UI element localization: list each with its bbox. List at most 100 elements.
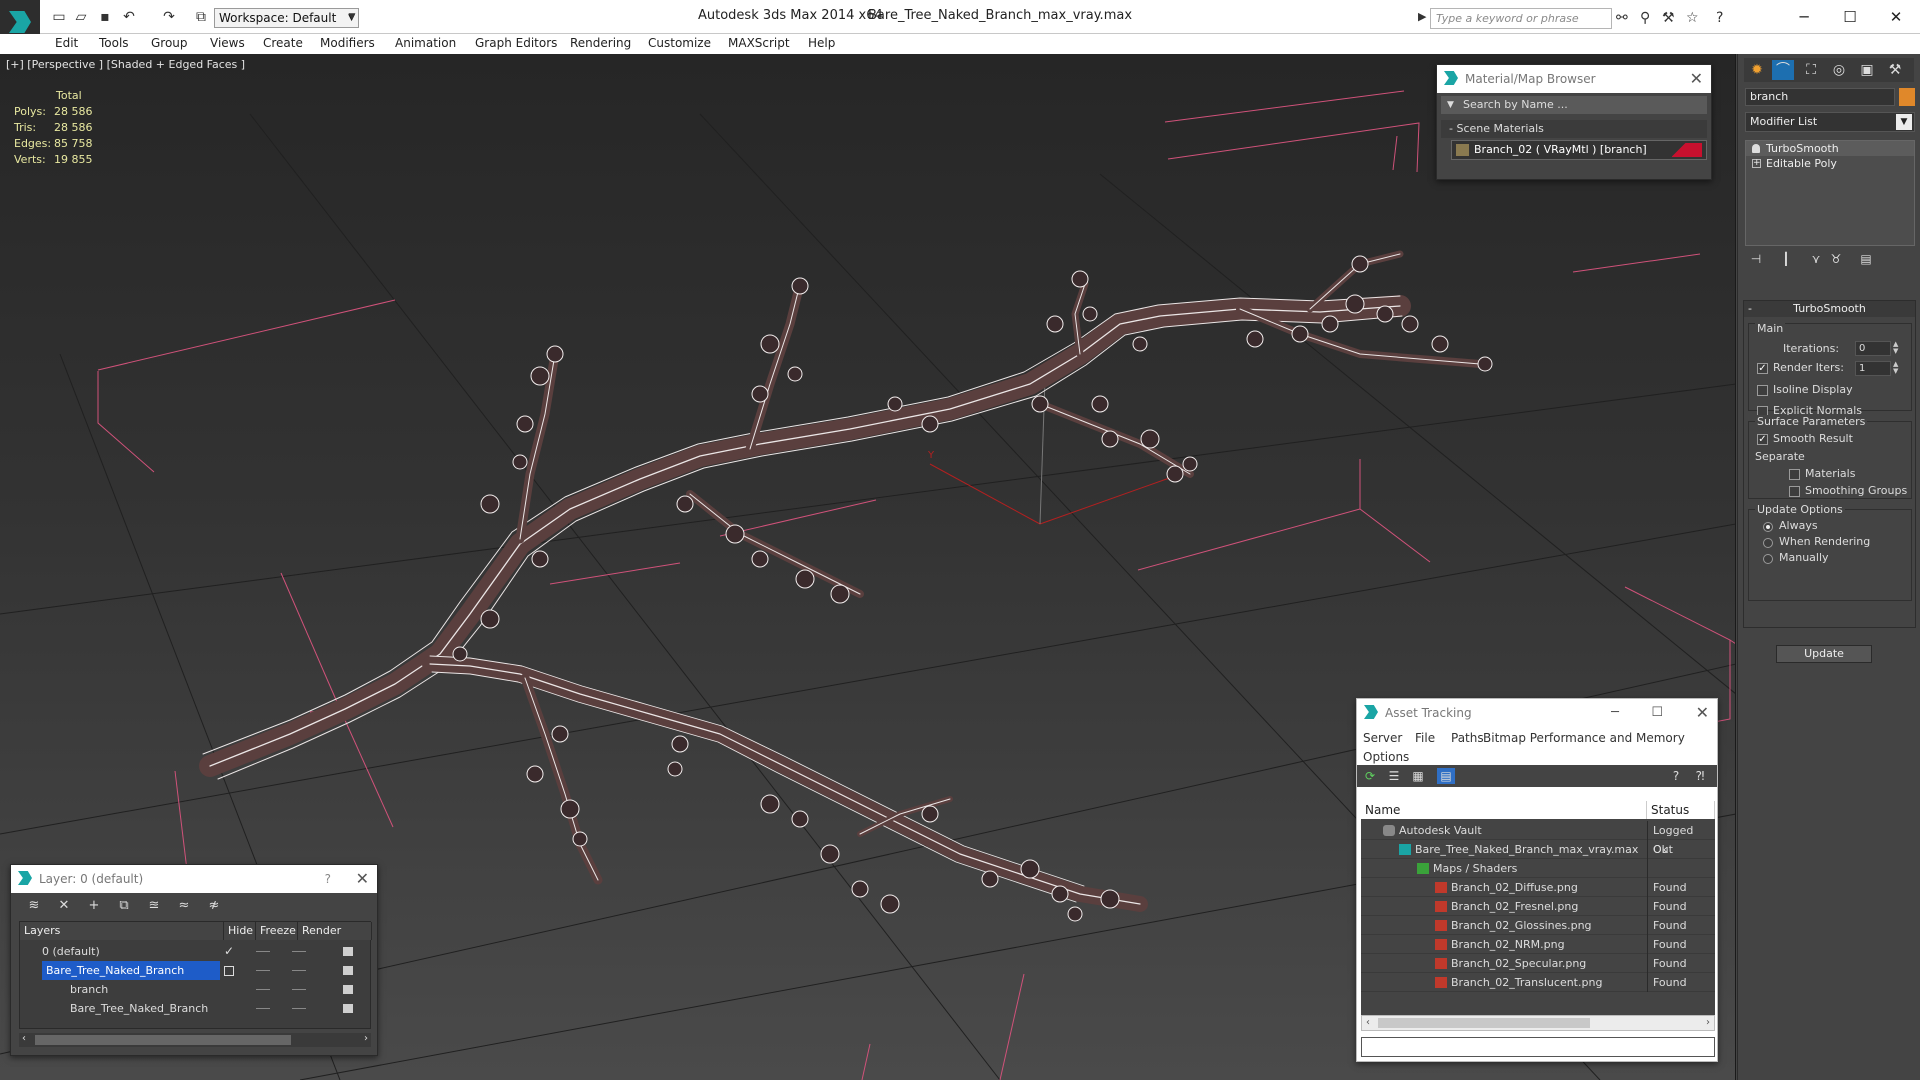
layer-manager-icon[interactable]: ≋ <box>25 897 43 915</box>
asset-row[interactable]: Branch_02_Specular.png Found <box>1361 954 1715 973</box>
active-layer-check-icon[interactable]: ✓ <box>224 942 234 961</box>
material-search-input[interactable]: ▼ Search by Name ... <box>1441 96 1707 114</box>
hide-toggle[interactable] <box>256 951 270 952</box>
close-button[interactable]: ✕ <box>1874 6 1918 28</box>
display-tab-icon[interactable]: ▣ <box>1856 60 1878 80</box>
make-unique-icon[interactable]: ⋎ <box>1807 252 1825 270</box>
asset-path-field[interactable] <box>1361 1037 1715 1057</box>
hide-all-icon[interactable]: ≉ <box>205 897 223 915</box>
menu-maxscript[interactable]: MAXScript <box>728 36 790 50</box>
hide-toggle[interactable] <box>256 970 270 971</box>
asset-row[interactable]: Branch_02_NRM.png Found <box>1361 935 1715 954</box>
scene-materials-group[interactable]: - Scene Materials <box>1441 120 1707 138</box>
scroll-left-icon[interactable]: ‹ <box>22 1033 26 1044</box>
viewport-label[interactable]: [+] [Perspective ] [Shaded + Edged Faces… <box>6 58 245 71</box>
search-expand-icon[interactable]: ▶ <box>1418 10 1426 23</box>
menu-customize[interactable]: Customize <box>648 36 711 50</box>
asset-tracking-titlebar[interactable]: Asset Tracking ─ ☐ ✕ <box>1357 699 1717 727</box>
highlight-layer-icon[interactable]: ≈ <box>175 897 193 915</box>
render-teapot-icon[interactable] <box>343 985 353 994</box>
workspace-dropdown[interactable]: Workspace: Default ▼ <box>214 8 359 28</box>
help-icon[interactable]: ? <box>1716 10 1723 26</box>
smoothing-groups-checkbox[interactable] <box>1789 486 1800 497</box>
render-iters-checkbox[interactable]: ✓ <box>1757 363 1768 374</box>
options-dropdown-icon[interactable]: ▼ <box>1447 96 1454 114</box>
remove-modifier-icon[interactable]: ♉ <box>1827 252 1845 270</box>
stack-item-editable-poly[interactable]: + Editable Poly <box>1746 156 1914 171</box>
scroll-right-icon[interactable]: › <box>364 1033 368 1044</box>
render-teapot-icon[interactable] <box>343 1004 353 1013</box>
asset-row[interactable]: Branch_02_Diffuse.png Found <box>1361 878 1715 897</box>
menu-graph-editors[interactable]: Graph Editors <box>475 36 557 50</box>
material-item[interactable]: Branch_02 ( VRayMtl ) [branch] <box>1451 140 1707 160</box>
asset-row[interactable]: Branch_02_Translucent.png Found <box>1361 973 1715 992</box>
column-render[interactable]: Render <box>298 922 372 940</box>
stack-item-turbosmooth[interactable]: TurboSmooth <box>1746 141 1914 156</box>
list-view-icon[interactable]: ☰ <box>1385 768 1403 784</box>
menu-views[interactable]: Views <box>210 36 245 50</box>
when-rendering-radio[interactable] <box>1763 538 1773 548</box>
render-teapot-icon[interactable] <box>343 947 353 956</box>
motion-tab-icon[interactable]: ◎ <box>1828 60 1850 80</box>
branch-mesh[interactable] <box>199 250 1484 912</box>
light-bulb-icon[interactable] <box>1752 144 1760 153</box>
open-file-icon[interactable]: ▱ <box>72 9 90 25</box>
configure-sets-icon[interactable]: ▤ <box>1857 252 1875 270</box>
create-tab-icon[interactable]: ✹ <box>1746 60 1768 80</box>
active-layer-box-icon[interactable] <box>224 966 234 976</box>
favorites-icon[interactable]: ☆ <box>1686 10 1699 26</box>
menu-modifiers[interactable]: Modifiers <box>320 36 375 50</box>
materials-checkbox[interactable] <box>1789 469 1800 480</box>
freeze-toggle[interactable] <box>292 970 306 971</box>
asset-row[interactable]: Maps / Shaders <box>1361 859 1715 878</box>
modify-tab-icon[interactable]: ⌒ <box>1772 60 1794 80</box>
layer-row-default[interactable]: 0 (default) ✓ <box>20 942 372 961</box>
column-layers[interactable]: Layers <box>20 922 224 940</box>
spinner-arrows-icon[interactable]: ▲ ▼ <box>1893 361 1901 376</box>
minimize-button[interactable]: ─ <box>1782 6 1826 28</box>
menu-tools[interactable]: Tools <box>99 36 129 50</box>
redo-icon[interactable]: ↷ <box>160 9 178 25</box>
menu-edit[interactable]: Edit <box>55 36 78 50</box>
maximize-button[interactable]: ☐ <box>1828 6 1872 28</box>
binoculars-icon[interactable]: ⚯ <box>1616 10 1628 26</box>
scroll-left-icon[interactable]: ‹ <box>1366 1017 1370 1028</box>
always-radio[interactable] <box>1763 522 1773 532</box>
isoline-display-checkbox[interactable] <box>1757 385 1768 396</box>
asset-row[interactable]: Branch_02_Glossines.png Found <box>1361 916 1715 935</box>
menu-create[interactable]: Create <box>263 36 303 50</box>
object-color-swatch[interactable] <box>1899 88 1915 106</box>
project-folder-icon[interactable]: ⧉ <box>192 9 210 25</box>
freeze-toggle[interactable] <box>292 951 306 952</box>
maximize-icon[interactable]: ☐ <box>1651 699 1663 727</box>
modifier-list-dropdown[interactable]: Modifier List ▼ <box>1745 112 1915 132</box>
context-help-icon[interactable]: ⁈ <box>1691 768 1709 784</box>
keyword-search-input[interactable]: Type a keyword or phrase <box>1430 8 1612 29</box>
menu-group[interactable]: Group <box>151 36 188 50</box>
minimize-icon[interactable]: ─ <box>1611 699 1619 727</box>
undo-icon[interactable]: ↶ <box>120 9 138 25</box>
hide-toggle[interactable] <box>256 1008 270 1009</box>
layer-row-bare-tree-object[interactable]: Bare_Tree_Naked_Branch <box>20 999 372 1018</box>
menu-server[interactable]: Server <box>1363 731 1402 745</box>
column-freeze[interactable]: Freeze <box>256 922 298 940</box>
asset-row[interactable]: Branch_02_Fresnel.png Found <box>1361 897 1715 916</box>
close-icon[interactable]: ✕ <box>356 865 369 893</box>
freeze-toggle[interactable] <box>292 989 306 990</box>
scroll-thumb[interactable] <box>1378 1018 1590 1028</box>
layer-row-branch[interactable]: branch <box>20 980 372 999</box>
workspace-menu-icon[interactable]: ▼ <box>343 9 361 25</box>
menu-paths[interactable]: Paths <box>1451 731 1484 745</box>
asset-row[interactable]: Bare_Tree_Naked_Branch_max_vray.max Ok <box>1361 840 1715 859</box>
material-browser-titlebar[interactable]: Material/Map Browser ✕ <box>1437 65 1711 93</box>
expand-icon[interactable]: + <box>1752 159 1761 168</box>
delete-layer-icon[interactable]: ✕ <box>55 897 73 915</box>
column-status[interactable]: Status <box>1647 801 1715 819</box>
pin-stack-icon[interactable]: ⊣ <box>1747 252 1765 270</box>
column-hide[interactable]: Hide <box>224 922 256 940</box>
spinner-arrows-icon[interactable]: ▲ ▼ <box>1893 341 1901 356</box>
close-icon[interactable]: ✕ <box>1696 699 1709 727</box>
object-name-field[interactable]: branch <box>1745 88 1895 106</box>
save-icon[interactable]: ▪ <box>96 9 114 25</box>
iterations-spinner[interactable]: 0 <box>1855 341 1891 356</box>
